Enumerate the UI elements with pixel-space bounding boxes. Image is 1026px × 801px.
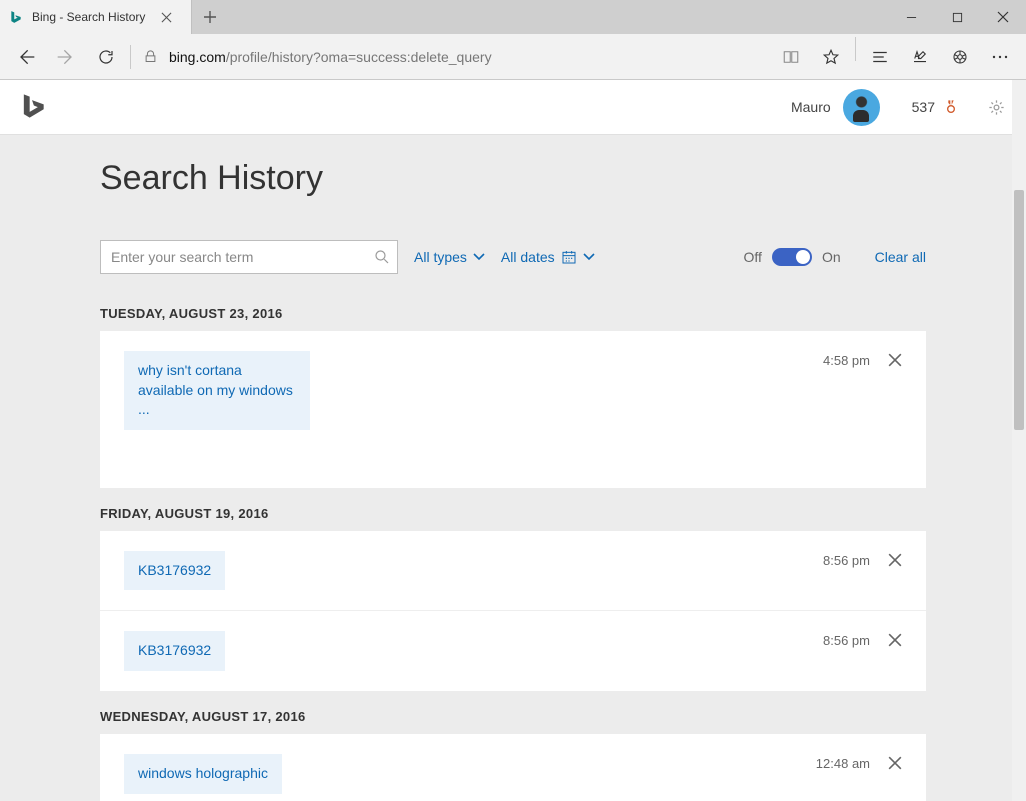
query-chip[interactable]: KB3176932 [124, 551, 225, 591]
entry-time: 12:48 am [816, 756, 870, 771]
history-card: why isn't cortana available on my window… [100, 331, 926, 488]
new-tab-button[interactable] [192, 0, 228, 34]
reading-view-icon[interactable] [771, 37, 811, 77]
page-viewport: Mauro 537 Search History All types [0, 80, 1026, 801]
username-label[interactable]: Mauro [791, 99, 831, 115]
avatar[interactable] [843, 89, 880, 126]
window-titlebar: Bing - Search History [0, 0, 1026, 34]
query-chip[interactable]: why isn't cortana available on my window… [124, 351, 310, 430]
chevron-down-icon [583, 253, 595, 261]
url-domain: bing.com [169, 49, 226, 65]
history-entry: KB3176932 8:56 pm [100, 531, 926, 611]
bing-header: Mauro 537 [0, 80, 1026, 135]
forward-button[interactable] [46, 37, 86, 77]
filter-types-dropdown[interactable]: All types [414, 249, 485, 265]
content-area: Search History All types All dates [0, 135, 1026, 801]
entry-time: 8:56 pm [823, 553, 870, 568]
filter-dates-label: All dates [501, 249, 555, 265]
toolbar-divider-2 [855, 37, 856, 61]
history-entry: windows holographic 12:48 am [100, 734, 926, 801]
window-controls [888, 0, 1026, 34]
refresh-button[interactable] [86, 37, 126, 77]
on-label: On [822, 249, 841, 265]
date-header: WEDNESDAY, AUGUST 17, 2016 [100, 709, 926, 724]
entry-time: 8:56 pm [823, 633, 870, 648]
search-icon[interactable] [373, 248, 391, 266]
lock-icon [135, 37, 165, 77]
delete-entry-button[interactable] [888, 353, 902, 367]
medal-icon [943, 99, 959, 115]
clear-all-link[interactable]: Clear all [875, 249, 926, 265]
delete-entry-button[interactable] [888, 633, 902, 647]
controls-row: All types All dates Off On Cl [100, 240, 926, 274]
window-maximize-button[interactable] [934, 0, 980, 34]
filter-dates-dropdown[interactable]: All dates [501, 249, 595, 265]
delete-entry-button[interactable] [888, 756, 902, 770]
off-label: Off [744, 249, 762, 265]
bing-logo-icon[interactable] [18, 92, 48, 122]
url-path: /profile/history?oma=success:delete_quer… [226, 49, 492, 65]
entry-time: 4:58 pm [823, 353, 870, 368]
share-icon[interactable] [940, 37, 980, 77]
delete-entry-button[interactable] [888, 553, 902, 567]
history-entry: why isn't cortana available on my window… [100, 331, 926, 450]
history-search-box[interactable] [100, 240, 398, 274]
webnote-icon[interactable] [900, 37, 940, 77]
browser-tab[interactable]: Bing - Search History [0, 0, 192, 34]
points-count[interactable]: 537 [912, 99, 935, 115]
history-toggle-group: Off On [744, 248, 841, 266]
filter-types-label: All types [414, 249, 467, 265]
browser-toolbar: bing.com/profile/history?oma=success:del… [0, 34, 1026, 80]
date-header: TUESDAY, AUGUST 23, 2016 [100, 306, 926, 321]
query-chip[interactable]: windows holographic [124, 754, 282, 794]
back-button[interactable] [6, 37, 46, 77]
scrollbar-track[interactable] [1012, 80, 1026, 801]
favorite-star-icon[interactable] [811, 37, 851, 77]
chevron-down-icon [473, 253, 485, 261]
hub-icon[interactable] [860, 37, 900, 77]
history-toggle[interactable] [772, 248, 812, 266]
history-card: KB3176932 8:56 pm KB3176932 8:56 pm [100, 531, 926, 691]
address-bar[interactable]: bing.com/profile/history?oma=success:del… [165, 49, 771, 65]
bing-favicon-icon [8, 9, 24, 25]
more-button[interactable] [980, 37, 1020, 77]
scrollbar-thumb[interactable] [1014, 190, 1024, 430]
settings-gear-icon[interactable] [987, 98, 1006, 117]
calendar-icon [561, 249, 577, 265]
toolbar-divider [130, 45, 131, 69]
tab-title: Bing - Search History [32, 10, 161, 24]
query-chip[interactable]: KB3176932 [124, 631, 225, 671]
tab-close-icon[interactable] [161, 12, 183, 23]
window-minimize-button[interactable] [888, 0, 934, 34]
date-header: FRIDAY, AUGUST 19, 2016 [100, 506, 926, 521]
window-close-button[interactable] [980, 0, 1026, 34]
history-entry: KB3176932 8:56 pm [100, 610, 926, 691]
history-card: windows holographic 12:48 am [100, 734, 926, 801]
page-title: Search History [100, 159, 926, 198]
history-search-input[interactable] [111, 249, 373, 265]
